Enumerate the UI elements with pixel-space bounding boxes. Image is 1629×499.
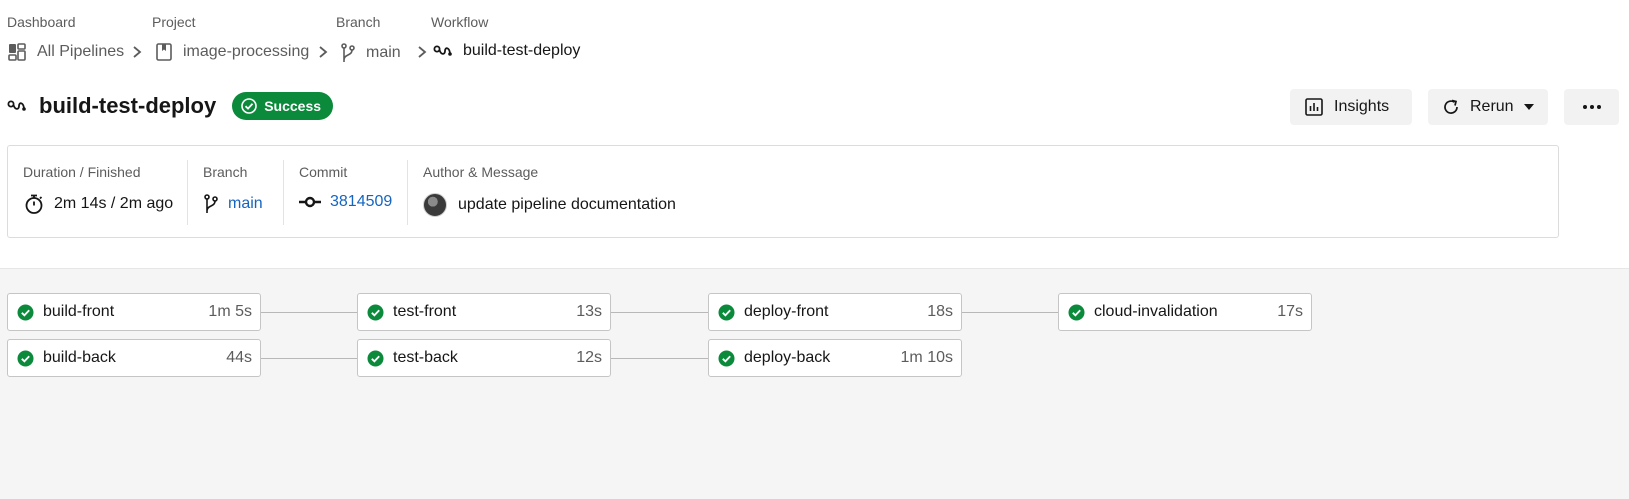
job-cloud-invalidation[interactable]: cloud-invalidation 17s bbox=[1058, 293, 1312, 331]
status-text: Success bbox=[264, 98, 322, 114]
breadcrumb-dashboard-label: Dashboard bbox=[7, 14, 76, 30]
insights-button[interactable]: Insights bbox=[1290, 89, 1412, 125]
more-icon bbox=[1582, 105, 1601, 109]
caret-down-icon bbox=[1523, 104, 1534, 110]
job-name: test-front bbox=[393, 303, 457, 320]
connector-test-deploy-front bbox=[611, 312, 708, 313]
commit-message: update pipeline documentation bbox=[458, 196, 676, 213]
job-deploy-front[interactable]: deploy-front 18s bbox=[708, 293, 962, 331]
page-title: build-test-deploy bbox=[39, 93, 217, 118]
branch-icon bbox=[341, 43, 355, 62]
dashboard-icon bbox=[8, 43, 26, 61]
job-duration: 12s bbox=[576, 349, 602, 366]
branch-section: Branch main bbox=[188, 160, 284, 225]
breadcrumb-branch-label: Branch bbox=[336, 14, 381, 30]
repository-icon bbox=[156, 43, 172, 61]
author-label: Author & Message bbox=[423, 164, 539, 180]
branch-value-row: main bbox=[203, 193, 263, 215]
success-check-icon bbox=[367, 304, 384, 320]
workflow-name: build-test-deploy bbox=[463, 42, 581, 59]
author-section: Author & Message update pipeline documen… bbox=[408, 160, 808, 225]
commit-label: Commit bbox=[299, 164, 348, 180]
chevron-right-icon bbox=[319, 46, 328, 58]
duration-value-row: 2m 14s / 2m ago bbox=[23, 193, 173, 215]
job-name: deploy-front bbox=[744, 303, 829, 320]
success-check-icon bbox=[367, 350, 384, 366]
refresh-icon bbox=[1444, 99, 1458, 114]
check-circle-icon bbox=[241, 98, 258, 114]
branch-link[interactable]: main bbox=[228, 195, 263, 213]
success-check-icon bbox=[718, 304, 735, 320]
job-name: test-back bbox=[393, 349, 458, 366]
job-name: cloud-invalidation bbox=[1094, 303, 1218, 320]
all-pipelines-label: All Pipelines bbox=[37, 43, 125, 60]
project-link[interactable]: image-processing bbox=[155, 42, 309, 62]
workflow-current: build-test-deploy bbox=[433, 42, 580, 60]
job-duration: 1m 5s bbox=[208, 303, 252, 320]
author-value-row: update pipeline documentation bbox=[423, 193, 676, 217]
branch-label: Branch bbox=[203, 164, 248, 180]
more-options-button[interactable] bbox=[1564, 89, 1619, 125]
success-check-icon bbox=[17, 304, 34, 320]
branch-name: main bbox=[366, 44, 401, 61]
commit-link[interactable]: 3814509 bbox=[330, 193, 392, 211]
success-check-icon bbox=[1068, 304, 1085, 320]
job-name: build-back bbox=[43, 349, 116, 366]
avatar bbox=[423, 193, 447, 217]
duration-section: Duration / Finished 2m 14s / 2m ago bbox=[8, 160, 188, 225]
project-name: image-processing bbox=[183, 43, 310, 60]
pipeline-info-card: Duration / Finished 2m 14s / 2m ago Bran… bbox=[7, 145, 1559, 238]
pipeline-graph: build-front 1m 5s build-back 44s test-fr… bbox=[0, 268, 1629, 499]
duration-value: 2m 14s / 2m ago bbox=[54, 195, 174, 212]
header-actions: Insights Rerun bbox=[1290, 89, 1619, 125]
breadcrumb-workflow-label: Workflow bbox=[431, 14, 489, 30]
job-duration: 44s bbox=[226, 349, 252, 366]
job-name: deploy-back bbox=[744, 349, 831, 366]
chevron-right-icon bbox=[418, 46, 427, 58]
connector-build-test-front bbox=[261, 312, 358, 313]
rerun-button[interactable]: Rerun bbox=[1428, 89, 1548, 125]
job-test-back[interactable]: test-back 12s bbox=[357, 339, 611, 377]
connector-build-test-back bbox=[261, 358, 358, 359]
job-duration: 18s bbox=[927, 303, 953, 320]
success-check-icon bbox=[17, 350, 34, 366]
connector-test-deploy-back bbox=[611, 358, 708, 359]
chevron-right-icon bbox=[133, 46, 142, 58]
commit-value-row: 3814509 bbox=[299, 193, 392, 211]
job-deploy-back[interactable]: deploy-back 1m 10s bbox=[708, 339, 962, 377]
job-duration: 1m 10s bbox=[900, 349, 953, 366]
success-check-icon bbox=[718, 350, 735, 366]
commit-icon bbox=[299, 196, 321, 208]
job-name: build-front bbox=[43, 303, 115, 320]
insights-label: Insights bbox=[1334, 98, 1390, 115]
duration-label: Duration / Finished bbox=[23, 164, 141, 180]
all-pipelines-link[interactable]: All Pipelines bbox=[7, 42, 124, 62]
workflow-header: build-test-deploy Success bbox=[7, 92, 334, 120]
job-duration: 17s bbox=[1277, 303, 1303, 320]
breadcrumb-project-label: Project bbox=[152, 14, 196, 30]
job-duration: 13s bbox=[576, 303, 602, 320]
job-build-front[interactable]: build-front 1m 5s bbox=[7, 293, 261, 331]
workflow-icon bbox=[433, 45, 452, 56]
job-test-front[interactable]: test-front 13s bbox=[357, 293, 611, 331]
rerun-label: Rerun bbox=[1470, 98, 1514, 115]
stopwatch-icon bbox=[25, 194, 43, 214]
connector-deploy-cloud bbox=[962, 312, 1059, 313]
commit-section: Commit 3814509 bbox=[284, 160, 408, 225]
workflow-icon bbox=[7, 100, 26, 111]
status-badge: Success bbox=[232, 92, 334, 120]
job-build-back[interactable]: build-back 44s bbox=[7, 339, 261, 377]
branch-link[interactable]: main bbox=[340, 42, 401, 64]
chart-icon bbox=[1305, 98, 1323, 116]
branch-icon bbox=[204, 194, 218, 213]
